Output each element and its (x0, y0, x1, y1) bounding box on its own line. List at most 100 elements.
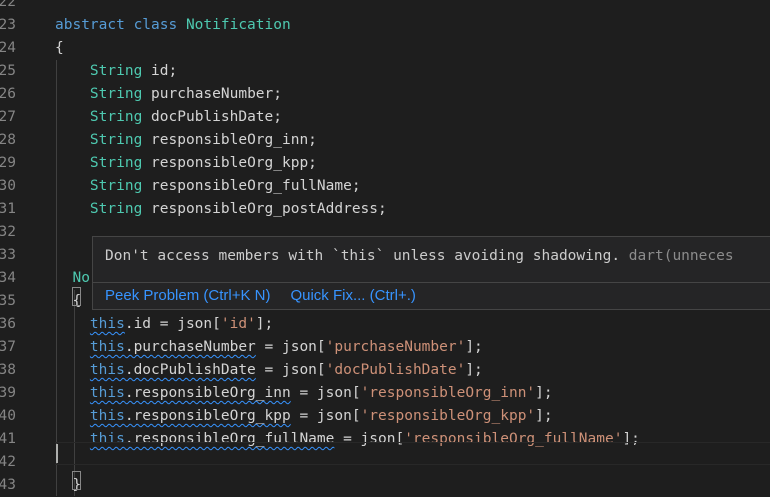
line-number: 24 (0, 40, 16, 56)
lint-warning-span[interactable]: this.responsibleOrg_inn (90, 385, 291, 401)
code-token: ]; (465, 339, 483, 355)
line-number: 29 (0, 155, 16, 171)
line-code: String responsibleOrg_inn; (55, 129, 317, 152)
code-token: id; (142, 63, 178, 79)
code-line[interactable]: 22 (0, 0, 770, 14)
line-code: this.docPublishDate = json['docPublishDa… (55, 359, 483, 382)
code-line[interactable]: 43 } (0, 474, 770, 497)
line-number: 41 (0, 431, 16, 447)
current-line-highlight (55, 442, 770, 465)
text-caret (56, 444, 58, 463)
code-line[interactable]: 39 this.responsibleOrg_inn = json['respo… (0, 382, 770, 405)
line-number: 35 (0, 293, 16, 309)
code-line[interactable]: 26 String purchaseNumber; (0, 83, 770, 106)
code-token: ]; (465, 362, 483, 378)
lint-warning-span[interactable]: this.purchaseNumber (90, 339, 256, 355)
bracket-match-close (72, 471, 81, 490)
line-number: 33 (0, 247, 16, 263)
lint-warning-span[interactable]: this.docPublishDate (90, 362, 256, 378)
member-token: .docPublishDate (124, 362, 256, 378)
code-token: ]; (255, 316, 274, 332)
type-token: String (89, 109, 143, 125)
line-number: 43 (0, 477, 16, 493)
code-line[interactable]: 40 this.responsibleOrg_kpp = json['respo… (0, 405, 770, 428)
string-token: 'docPublishDate' (325, 362, 466, 378)
line-number: 40 (0, 408, 16, 424)
line-code: String responsibleOrg_postAddress; (55, 198, 387, 221)
line-code: this.responsibleOrg_inn = json['responsi… (55, 382, 553, 405)
line-number: 32 (0, 224, 16, 240)
code-line[interactable]: 25 String id; (0, 60, 770, 83)
code-line[interactable]: 36 this.id = json['id']; (0, 313, 770, 336)
line-number: 25 (0, 63, 16, 79)
code-token: ]; (535, 385, 553, 401)
type-token: String (89, 178, 143, 194)
line-number: 34 (0, 270, 16, 286)
code-line[interactable]: 23 abstract class Notification (0, 14, 770, 37)
code-token: .id = json[ (124, 316, 221, 332)
line-number: 27 (0, 109, 16, 125)
code-line[interactable]: 31 String responsibleOrg_postAddress; (0, 198, 770, 221)
quick-fix-link[interactable]: Quick Fix... (Ctrl+.) (290, 287, 415, 304)
code-line[interactable]: 28 String responsibleOrg_inn; (0, 129, 770, 152)
type-token: Notification (185, 17, 291, 33)
line-code: String purchaseNumber; (55, 83, 282, 106)
line-number: 39 (0, 385, 16, 401)
code-line[interactable]: 27 String docPublishDate; (0, 106, 770, 129)
line-number: 37 (0, 339, 16, 355)
code-token: = json[ (255, 339, 326, 355)
string-token: 'id' (220, 316, 256, 332)
line-number: 28 (0, 132, 16, 148)
code-line[interactable]: 24 { (0, 37, 770, 60)
line-number: 22 (0, 0, 16, 10)
type-token: No (72, 270, 90, 286)
hover-message: Don't access members with `this` unless … (105, 248, 734, 264)
code-token: responsibleOrg_postAddress; (142, 201, 387, 217)
type-token: String (89, 201, 143, 217)
string-token: 'responsibleOrg_kpp' (360, 408, 536, 424)
code-token: = json[ (290, 385, 361, 401)
line-code: this.responsibleOrg_kpp = json['responsi… (55, 405, 553, 428)
line-number: 23 (0, 17, 16, 33)
type-token: String (89, 155, 143, 171)
line-number: 30 (0, 178, 16, 194)
code-token: purchaseNumber; (142, 86, 282, 102)
string-token: 'responsibleOrg_inn' (360, 385, 536, 401)
line-code: { (55, 37, 64, 60)
peek-problem-link[interactable]: Peek Problem (Ctrl+K N) (105, 287, 270, 304)
line-code: this.purchaseNumber = json['purchaseNumb… (55, 336, 483, 359)
code-token: ]; (535, 408, 553, 424)
string-token: 'purchaseNumber' (325, 339, 466, 355)
line-code: String docPublishDate; (55, 106, 282, 129)
code-token: responsibleOrg_kpp; (142, 155, 317, 171)
keyword-token: abstract class (55, 17, 186, 33)
line-code: String responsibleOrg_kpp; (55, 152, 317, 175)
type-token: String (89, 132, 143, 148)
code-line[interactable]: 29 String responsibleOrg_kpp; (0, 152, 770, 175)
keyword-token: this (89, 362, 125, 378)
code-line[interactable]: 38 this.docPublishDate = json['docPublis… (0, 359, 770, 382)
code-token: responsibleOrg_inn; (142, 132, 317, 148)
hover-message-source: dart(unneces (628, 248, 734, 264)
lint-warning-span[interactable]: this (90, 316, 125, 332)
hover-divider (93, 282, 770, 283)
member-token: .responsibleOrg_kpp (124, 408, 291, 424)
lint-warning-span[interactable]: this.responsibleOrg_kpp (90, 408, 291, 424)
line-number: 31 (0, 201, 16, 217)
code-line[interactable]: 30 String responsibleOrg_fullName; (0, 175, 770, 198)
code-token: docPublishDate; (142, 109, 282, 125)
code-token: responsibleOrg_fullName; (142, 178, 361, 194)
code-line[interactable]: 37 this.purchaseNumber = json['purchaseN… (0, 336, 770, 359)
member-token: .purchaseNumber (124, 339, 256, 355)
